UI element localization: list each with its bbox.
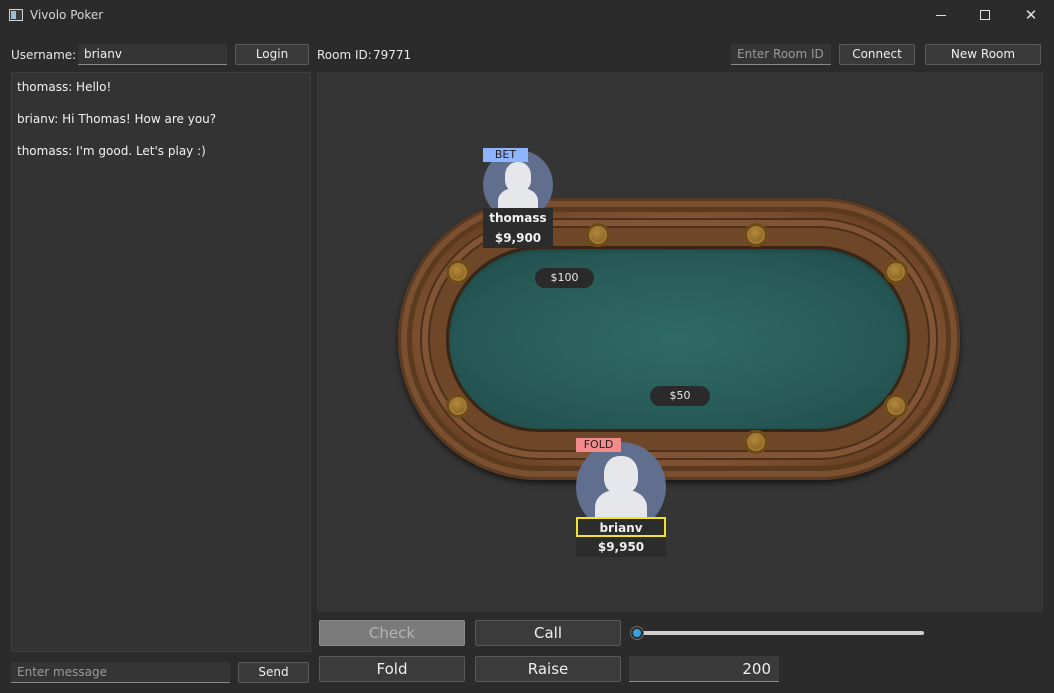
player-stack-brianv: $9,950 [576,537,666,557]
username-input[interactable] [78,44,227,65]
table-rivet [744,223,768,247]
table-rivet [446,260,470,284]
bet-amount-brianv: $50 [650,386,710,406]
send-button[interactable]: Send [238,662,309,683]
raise-slider-track[interactable] [637,631,924,635]
table-rivet [446,394,470,418]
table-rivet [744,430,768,454]
raise-slider-handle[interactable] [631,627,643,639]
table-rivet [586,223,610,247]
raise-amount-input[interactable]: 200 [629,656,779,682]
window-title: Vivolo Poker [30,8,104,22]
username-label: Username: [11,48,77,62]
close-icon[interactable]: ✕ [1008,0,1054,32]
table-rivet [884,260,908,284]
room-id-label: Room ID: [317,48,372,62]
action-tag-brianv: FOLD [576,438,621,452]
player-stack-thomass: $9,900 [483,228,553,248]
room-id-value: 79771 [373,48,412,62]
connect-button[interactable]: Connect [839,44,915,65]
maximize-icon[interactable] [962,0,1008,32]
chat-message: thomass: I'm good. Let's play :) [17,144,206,158]
minimize-icon[interactable] [918,0,964,32]
bet-amount-thomass: $100 [535,268,594,288]
chat-log[interactable]: thomass: Hello! brianv: Hi Thomas! How a… [11,72,311,652]
check-button[interactable]: Check [319,620,465,646]
table-rivet [884,394,908,418]
call-button[interactable]: Call [475,620,621,646]
player-name-thomass: thomass [483,208,553,228]
new-room-button[interactable]: New Room [925,44,1041,65]
room-id-input[interactable] [731,44,831,65]
title-bar: Vivolo Poker ✕ [0,0,1054,32]
message-input[interactable] [11,662,230,683]
action-tag-thomass: BET [483,148,528,162]
chat-message: thomass: Hello! [17,80,112,94]
raise-button[interactable]: Raise [475,656,621,682]
player-name-brianv: brianv [576,517,666,537]
chat-message: brianv: Hi Thomas! How are you? [17,112,217,126]
app-icon [9,9,23,21]
login-button[interactable]: Login [235,44,309,65]
fold-button[interactable]: Fold [319,656,465,682]
